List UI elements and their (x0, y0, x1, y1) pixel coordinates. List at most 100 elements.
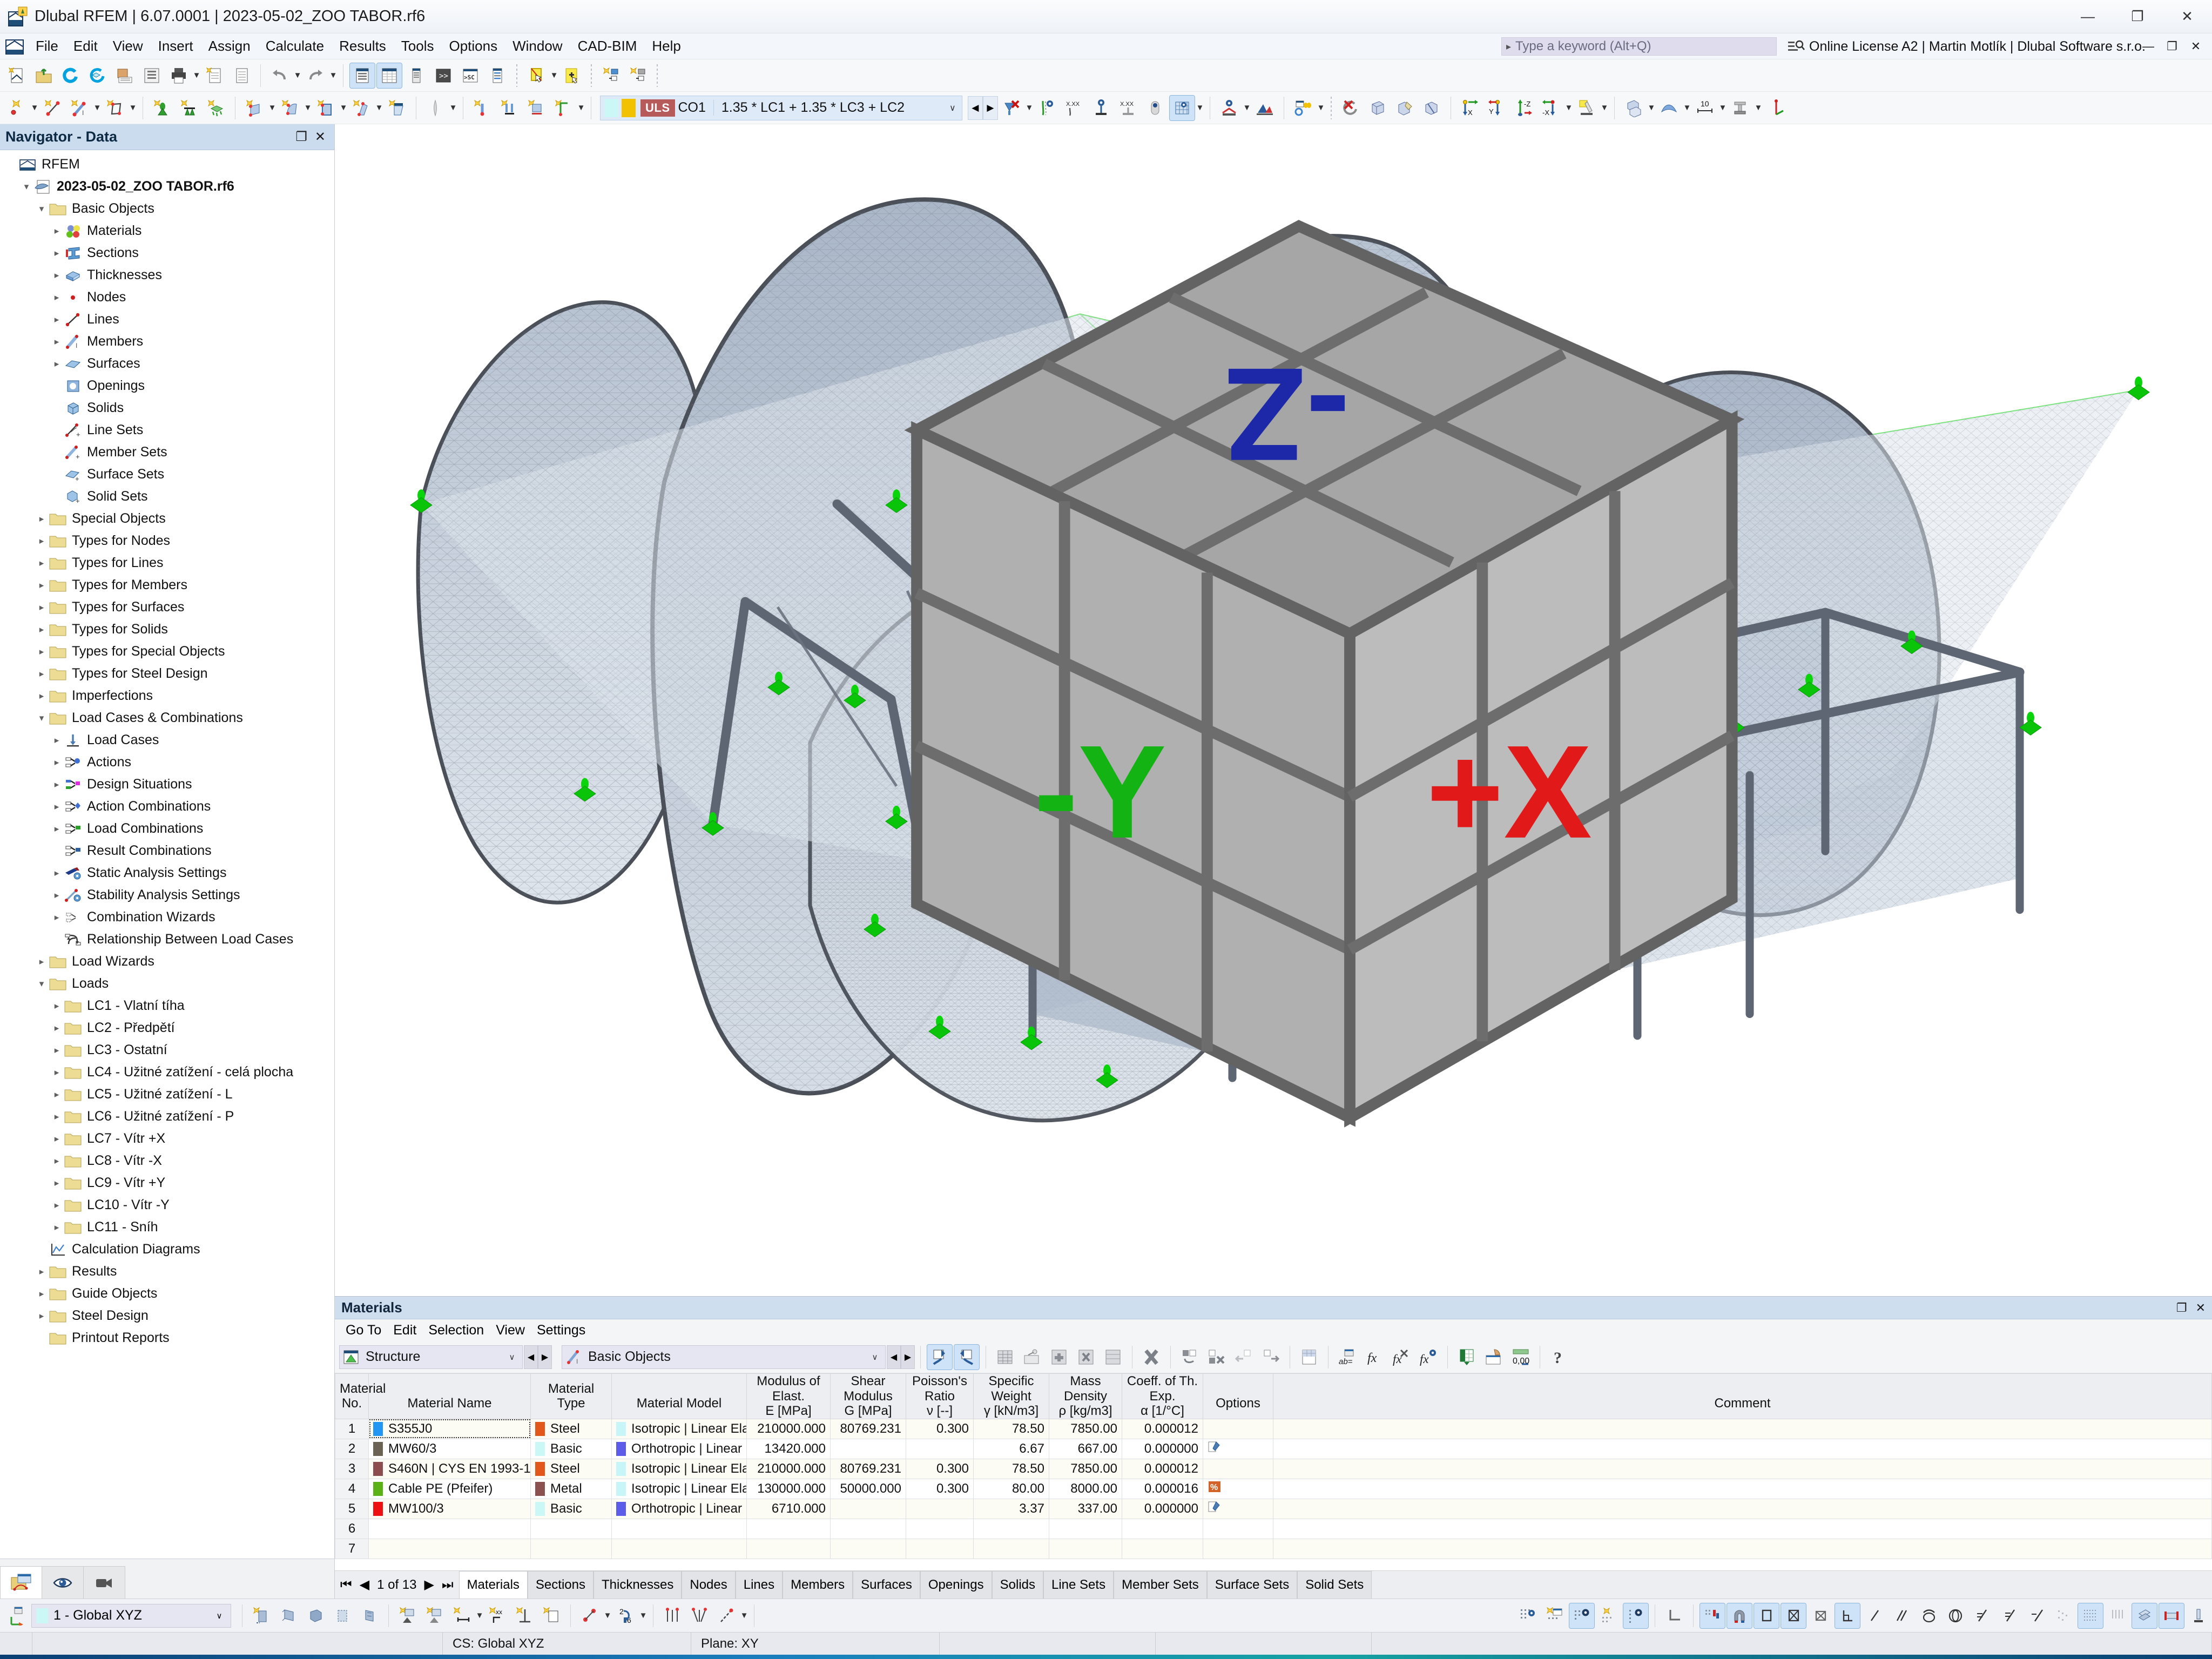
cell-shear-modulus[interactable] (830, 1538, 906, 1559)
chevron-right-icon[interactable]: ▸ (35, 691, 49, 702)
nodal-release-button[interactable] (470, 96, 495, 120)
table-tab-members[interactable]: Members (783, 1571, 853, 1599)
grid-create-button[interactable] (1596, 1603, 1621, 1628)
doc-restore-button[interactable]: ❐ (2160, 37, 2184, 56)
cell-specific-weight[interactable] (973, 1538, 1049, 1559)
chevron-right-icon[interactable]: ▸ (50, 1067, 64, 1078)
col-header-kg-m3[interactable]: Mass Density ρ [kg/m3] (1049, 1373, 1122, 1419)
print-dropdown-caret[interactable]: ▼ (192, 63, 201, 88)
nav-item-types-for-nodes[interactable]: ▸ Types for Nodes (0, 530, 334, 552)
views-navigator-tab[interactable] (83, 1566, 125, 1599)
clear-selection-button[interactable] (1338, 96, 1363, 120)
col-header-1-c[interactable]: Coeff. of Th. Exp. α [1/°C] (1122, 1373, 1203, 1419)
cell-mass-density[interactable] (1049, 1518, 1122, 1539)
node-dropdown-caret[interactable]: ▼ (30, 96, 39, 120)
nav-item-lc10-v-tr-y[interactable]: ▸ LC10 - Vítr -Y (0, 1194, 334, 1216)
cell-mass-density[interactable]: 8000.00 (1049, 1478, 1122, 1499)
new-printout-report-button[interactable] (202, 63, 227, 88)
nav-item-basic-objects[interactable]: ▾ Basic Objects (0, 198, 334, 220)
nav-item-surface-sets[interactable]: + Surface Sets (0, 463, 334, 485)
table-tab-surfaces[interactable]: Surfaces (853, 1571, 920, 1599)
member-load-caret[interactable]: ▼ (339, 96, 348, 120)
select-special-button[interactable] (559, 63, 584, 88)
line-grid-button[interactable] (2105, 1603, 2130, 1628)
divide-segments-caret[interactable]: ▼ (639, 1603, 648, 1628)
table-row[interactable]: 5 MW100/3 Basic Orthotropic | Linear Elasti… (335, 1498, 2212, 1519)
show-navigator-button[interactable] (349, 62, 375, 89)
numeric-results-button[interactable]: X.XX (1116, 96, 1141, 120)
nav-item-special-objects[interactable]: ▸ Special Objects (0, 508, 334, 530)
table-grid-button[interactable] (993, 1345, 1017, 1370)
menu-item-window[interactable]: Window (505, 36, 570, 57)
line-release-button[interactable] (497, 96, 522, 120)
menu-item-results[interactable]: Results (332, 36, 394, 57)
nav-item-result-combinations[interactable]: Result Combinations (0, 840, 334, 862)
menu-item-view[interactable]: View (105, 36, 151, 57)
nav-item-load-cases-combinations[interactable]: ▾ Load Cases & Combinations (0, 707, 334, 729)
export-excel-button[interactable] (1454, 1345, 1479, 1370)
dock-menu-view[interactable]: View (491, 1321, 529, 1339)
table-import-button[interactable] (927, 1344, 953, 1370)
nav-item-materials[interactable]: ▸ Materials (0, 220, 334, 242)
chevron-down-icon[interactable]: ▾ (35, 204, 49, 214)
table-export-button[interactable] (954, 1344, 980, 1370)
vertical-member-button[interactable] (2186, 1603, 2211, 1628)
show-info-panel-button[interactable] (485, 63, 510, 88)
menu-item-cad-bim[interactable]: CAD-BIM (570, 36, 645, 57)
rigid-link-caret[interactable]: ▼ (577, 96, 585, 120)
formula-button[interactable]: fx (1362, 1345, 1387, 1370)
chevron-right-icon[interactable]: ▸ (35, 1289, 49, 1299)
nav-item-line-sets[interactable]: + Line Sets (0, 419, 334, 441)
divide-segments-button[interactable]: 26 (613, 1603, 638, 1628)
table-row[interactable]: 1 S355J0 Steel Isotropic | Linear Elastic 21… (335, 1418, 2212, 1439)
nav-item-members[interactable]: ▸ I Members (0, 331, 334, 353)
edit-solid-button[interactable] (1392, 96, 1417, 120)
chevron-right-icon[interactable]: ▸ (35, 580, 49, 591)
table-tab-thicknesses[interactable]: Thicknesses (593, 1571, 682, 1599)
nav-item-lc6-u-itn-zat-en-p[interactable]: ▸ LC6 - Užitné zatížení - P (0, 1105, 334, 1128)
chevron-right-icon[interactable]: ▸ (50, 1178, 64, 1189)
nav-item-load-combinations[interactable]: ▸ Load Combinations (0, 818, 334, 840)
chevron-right-icon[interactable]: ▸ (35, 514, 49, 524)
nav-item-types-for-surfaces[interactable]: ▸ Types for Surfaces (0, 596, 334, 618)
nav-item-thicknesses[interactable]: ▸ Thicknesses (0, 264, 334, 286)
new-member-tool-button[interactable]: I (67, 96, 92, 120)
chevron-right-icon[interactable]: ▸ (50, 1134, 64, 1144)
table-tab-sections[interactable]: Sections (527, 1571, 594, 1599)
cell-thermal-expansion[interactable]: 0.000012 (1122, 1458, 1203, 1479)
nav-item-lc11-sn-h[interactable]: ▸ LC11 - Sníh (0, 1216, 334, 1238)
snap-plane-button[interactable] (539, 1603, 564, 1628)
cell-specific-weight[interactable]: 78.50 (973, 1418, 1049, 1439)
cell-material-name[interactable] (368, 1518, 531, 1539)
col-header-g-mpa[interactable]: Shear Modulus G [MPa] (830, 1373, 906, 1419)
printout-report-button[interactable] (229, 63, 254, 88)
pager-first-button[interactable]: ⏮ (340, 1577, 352, 1593)
cs-dropdown-caret[interactable]: ∨ (212, 1611, 226, 1621)
chevron-right-icon[interactable]: ▸ (50, 359, 64, 369)
table-tab-materials[interactable]: Materials (458, 1571, 528, 1599)
chevron-right-icon[interactable]: ▸ (50, 890, 64, 901)
col-header-material-model[interactable]: Material Model (611, 1373, 747, 1419)
undo-dropdown-caret[interactable]: ▼ (293, 63, 302, 88)
chevron-down-icon[interactable]: ▾ (35, 979, 49, 989)
layer-view-button[interactable] (2132, 1602, 2157, 1629)
new-line-tool-button[interactable] (40, 96, 65, 120)
menu-item-options[interactable]: Options (442, 36, 505, 57)
cell-material-no[interactable]: 6 (335, 1518, 369, 1539)
cell-material-model[interactable] (611, 1538, 747, 1559)
col-header-kn-m3[interactable]: Specific Weight γ [kN/m3] (973, 1373, 1049, 1419)
table-tab-member-sets[interactable]: Member Sets (1114, 1571, 1207, 1599)
angle-line-button[interactable] (714, 1603, 739, 1628)
data-navigator-tab[interactable] (0, 1566, 42, 1599)
cell-material-name[interactable]: S355J0 (368, 1418, 531, 1439)
cell-options[interactable] (1203, 1458, 1273, 1479)
col-header-comment[interactable]: Comment (1273, 1373, 2212, 1419)
cell-specific-weight[interactable]: 6.67 (973, 1438, 1049, 1459)
cell-modulus-elasticity[interactable]: 210000.000 (746, 1458, 831, 1479)
calculate-caret[interactable]: ▼ (1243, 96, 1251, 120)
table-row[interactable]: 3 S460N | CYS EN 1993-1-1:2009-03 Steel Iso… (335, 1458, 2212, 1479)
materials-dock-close-icon[interactable]: ✕ (2196, 1301, 2206, 1315)
snap-distance-button[interactable] (449, 1603, 474, 1628)
cell-material-type[interactable]: Basic (530, 1438, 612, 1459)
grid-new-button[interactable] (1542, 1603, 1567, 1628)
